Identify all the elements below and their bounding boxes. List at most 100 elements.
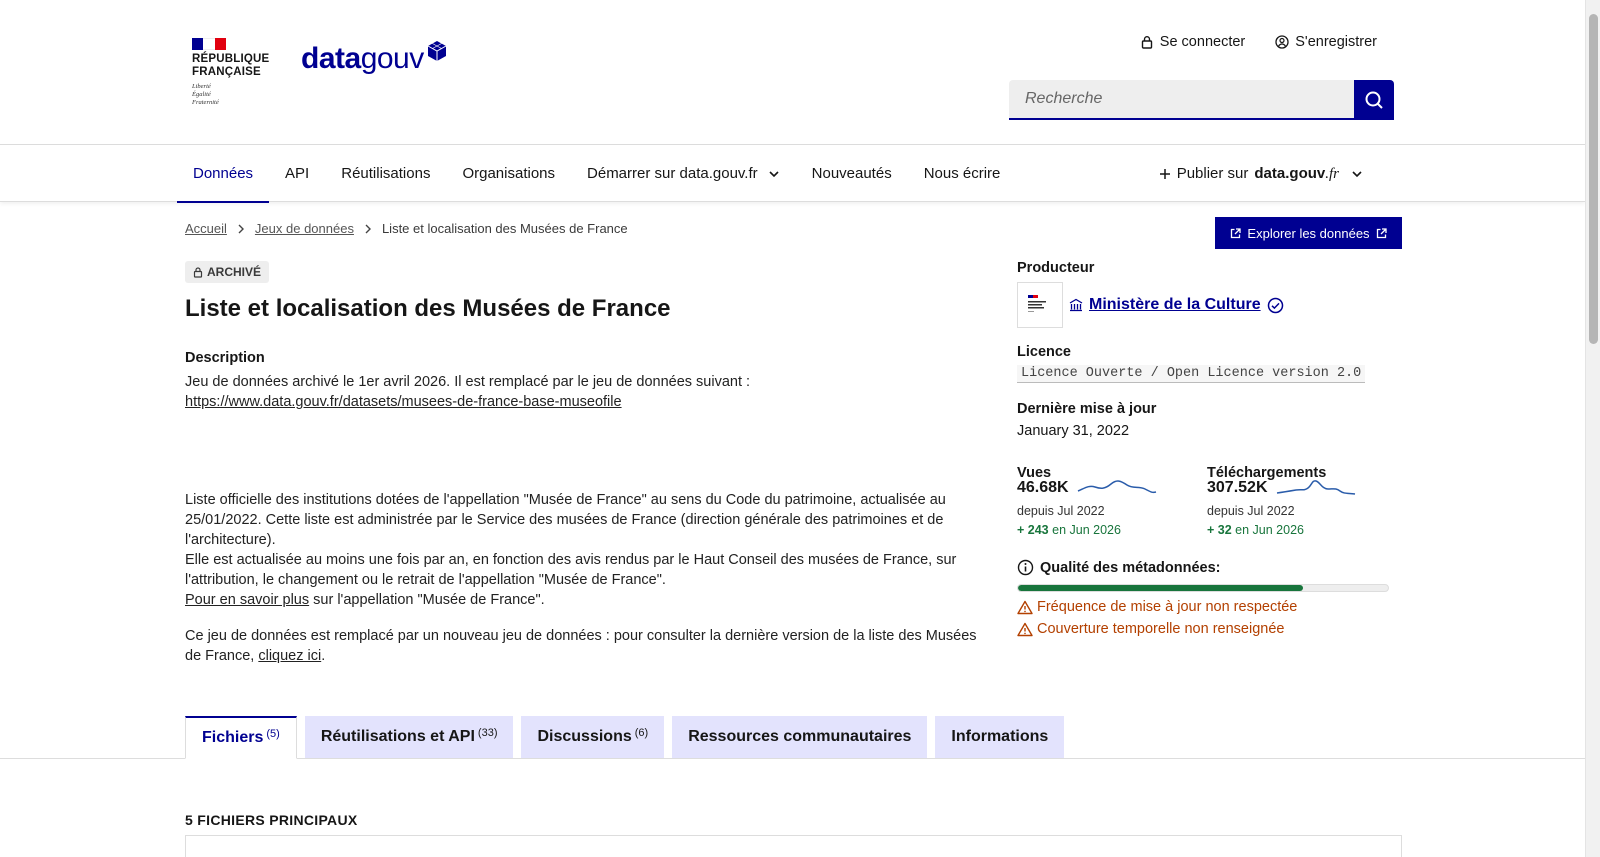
tab-label: Réutilisations et API xyxy=(320,728,475,745)
publish-bold: data.gouv xyxy=(1254,164,1326,182)
desc-more: Pour en savoir plus sur l'appellation "M… xyxy=(185,590,980,610)
motto-liberte: Liberté xyxy=(192,83,211,90)
warning-text: Fréquence de mise à jour non respectée xyxy=(1037,599,1298,615)
publish-prefix: Publier sur xyxy=(1176,165,1249,182)
description-label: Description xyxy=(185,350,265,366)
breadcrumb-home[interactable]: Accueil xyxy=(185,221,227,236)
downloads-delta-period: en Jun 2026 xyxy=(1231,523,1304,537)
learn-more-link[interactable]: Pour en savoir plus xyxy=(185,592,309,608)
search-input[interactable] xyxy=(1009,80,1354,120)
verified-icon xyxy=(1267,297,1283,313)
views-delta-value: + 243 xyxy=(1017,523,1049,537)
rf-motto: Liberté Égalité Fraternité xyxy=(192,83,272,107)
warning-text: Couverture temporelle non renseignée xyxy=(1037,621,1285,637)
tab-ressources-communautaires[interactable]: Ressources communautaires xyxy=(672,716,928,758)
desc-para3: Elle est actualisée au moins une fois pa… xyxy=(185,552,957,588)
views-sparkline xyxy=(1077,480,1156,494)
register-label: S'enregistrer xyxy=(1295,34,1377,50)
nav-item-nous-ecrire[interactable]: Nous écrire xyxy=(908,145,1017,202)
rf-name: RÉPUBLIQUE FRANÇAISE xyxy=(192,53,272,79)
breadcrumb-current: Liste et localisation des Musées de Fran… xyxy=(381,221,628,236)
dataset-sidebar: Producteur Ministère de la Culture Licen… xyxy=(1017,260,1397,637)
explore-data-button[interactable]: Explorer les données xyxy=(1215,217,1402,249)
motto-fraternite: Fraternité xyxy=(192,99,219,106)
nav-item-api[interactable]: API xyxy=(269,145,325,202)
tab-fichiers[interactable]: Fichiers (5) xyxy=(185,716,297,759)
desc-para4-end: . xyxy=(321,648,326,664)
quality-header: Qualité des métadonnées: xyxy=(1017,559,1397,576)
tab-discussions[interactable]: Discussions (6) xyxy=(521,716,665,758)
views-value: 46.68K xyxy=(1017,479,1069,496)
nav-label: Nouveautés xyxy=(811,165,892,182)
chevron-right-icon xyxy=(238,224,244,233)
main-nav: Données API Réutilisations Organisations… xyxy=(0,145,1585,203)
login-label: Se connecter xyxy=(1159,34,1246,50)
tab-count: (6) xyxy=(634,727,649,739)
quality-warning-frequency: Fréquence de mise à jour non respectée xyxy=(1017,599,1397,615)
search-button[interactable] xyxy=(1354,80,1394,120)
scrollbar-thumb[interactable] xyxy=(1589,14,1598,344)
views-delta-period: en Jun 2026 xyxy=(1048,523,1121,537)
breadcrumb-datasets[interactable]: Jeux de données xyxy=(255,221,354,236)
files-list xyxy=(185,835,1402,857)
user-circle-icon xyxy=(1275,35,1289,49)
search-bar xyxy=(1009,80,1394,120)
nav-item-organisations[interactable]: Organisations xyxy=(446,145,571,202)
logo-light-text: gouv xyxy=(360,42,425,75)
republique-francaise-logo[interactable]: RÉPUBLIQUE FRANÇAISE Liberté Égalité Fra… xyxy=(192,38,272,107)
views-stat: Vues 46.68K depuis Jul 2022 + 243 en Jun… xyxy=(1017,465,1207,537)
downloads-sparkline xyxy=(1276,480,1355,495)
building-icon xyxy=(1069,298,1083,312)
cube-icon xyxy=(427,41,446,61)
click-here-link[interactable]: cliquez ici xyxy=(258,648,321,664)
ministere-logo-icon xyxy=(1028,295,1046,312)
tab-label: Ressources communautaires xyxy=(688,728,912,745)
chevron-down-icon xyxy=(769,170,779,177)
lock-icon xyxy=(1141,36,1152,49)
motto-egalite: Égalité xyxy=(192,91,211,98)
external-link-icon xyxy=(1231,227,1242,238)
tab-label: Discussions xyxy=(537,728,632,745)
nav-item-donnees[interactable]: Données xyxy=(177,145,270,203)
nav-item-reutilisations[interactable]: Réutilisations xyxy=(325,145,446,202)
nav-label: Réutilisations xyxy=(341,165,431,182)
producer-link[interactable]: Ministère de la Culture xyxy=(1089,296,1261,314)
page-scrollbar[interactable] xyxy=(1585,0,1600,857)
warning-icon xyxy=(1017,600,1033,614)
explore-data-label: Explorer les données xyxy=(1247,225,1370,241)
desc-line1: Jeu de données archivé le 1er avril 2026… xyxy=(185,374,751,390)
chevron-down-icon xyxy=(1352,170,1362,177)
tab-count: (33) xyxy=(477,727,498,739)
license-value: Licence Ouverte / Open Licence version 2… xyxy=(1017,365,1366,383)
tab-label: Fichiers xyxy=(202,729,264,746)
register-link[interactable]: S'enregistrer xyxy=(1275,34,1377,50)
chevron-right-icon xyxy=(365,224,371,233)
producer-label: Producteur xyxy=(1017,260,1095,276)
nav-item-nouveautes[interactable]: Nouveautés xyxy=(796,145,908,202)
french-flag-icon xyxy=(192,38,226,50)
nav-label: Données xyxy=(193,165,254,182)
login-link[interactable]: Se connecter xyxy=(1140,34,1245,50)
replacement-dataset-link[interactable]: https://www.data.gouv.fr/datasets/musees… xyxy=(185,394,622,410)
desc-para2: Liste officielle des institutions dotées… xyxy=(185,492,946,548)
warning-icon xyxy=(1017,622,1033,636)
views-since: depuis Jul 2022 xyxy=(1017,504,1105,518)
plus-icon xyxy=(1159,168,1170,179)
archived-badge: ARCHIVÉ xyxy=(185,261,270,283)
publish-suffix: .fr xyxy=(1325,165,1339,182)
tab-informations[interactable]: Informations xyxy=(935,716,1065,758)
dataset-tabs: Fichiers (5) Réutilisations et API (33) Di… xyxy=(185,716,1065,759)
nav-item-demarrer[interactable]: Démarrer sur data.gouv.fr xyxy=(571,145,796,202)
publish-menu[interactable]: Publier sur data.gouv.fr xyxy=(1159,145,1363,202)
downloads-value: 307.52K xyxy=(1207,479,1268,496)
tab-reutilisations-api[interactable]: Réutilisations et API (33) xyxy=(304,716,514,758)
tab-count: (5) xyxy=(266,728,280,740)
producer-logo[interactable] xyxy=(1017,282,1063,328)
quality-progress-bar xyxy=(1017,584,1389,592)
search-icon xyxy=(1365,91,1383,109)
quality-warning-coverage: Couverture temporelle non renseignée xyxy=(1017,621,1397,637)
downloads-delta-value: + 32 xyxy=(1207,523,1232,537)
info-icon[interactable] xyxy=(1017,559,1034,576)
datagouv-logo[interactable]: datagouv xyxy=(301,41,448,76)
downloads-delta: + 32 en Jun 2026 xyxy=(1207,523,1397,537)
